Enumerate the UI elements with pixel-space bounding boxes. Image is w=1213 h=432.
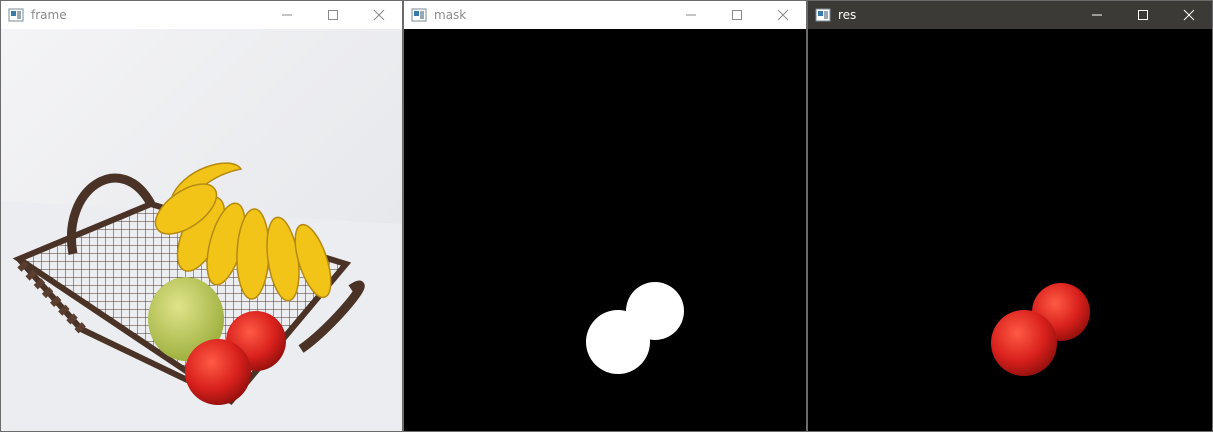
res-image (808, 29, 1212, 431)
window-res[interactable]: res (807, 0, 1213, 432)
frame-image (1, 29, 402, 431)
maximize-icon (732, 10, 742, 20)
mask-blob-lower (586, 310, 650, 374)
minimize-icon (686, 14, 696, 16)
titlebar[interactable]: frame (1, 1, 402, 29)
maximize-icon (328, 10, 338, 20)
window-title: res (838, 8, 857, 22)
window-title: mask (434, 8, 467, 22)
close-icon (1183, 9, 1195, 21)
close-button[interactable] (1166, 1, 1212, 29)
minimize-icon (1092, 14, 1102, 16)
window-frame[interactable]: frame (0, 0, 403, 432)
window-app-icon (815, 7, 831, 23)
close-icon (777, 9, 789, 21)
mask-image (404, 29, 806, 431)
close-button[interactable] (356, 1, 402, 29)
minimize-button[interactable] (668, 1, 714, 29)
window-mask[interactable]: mask (403, 0, 807, 432)
titlebar[interactable]: mask (404, 1, 806, 29)
minimize-button[interactable] (1074, 1, 1120, 29)
maximize-button[interactable] (1120, 1, 1166, 29)
window-title: frame (31, 8, 67, 22)
maximize-button[interactable] (714, 1, 760, 29)
window-app-icon (8, 7, 24, 23)
window-app-icon (411, 7, 427, 23)
titlebar[interactable]: res (808, 1, 1212, 29)
minimize-icon (282, 14, 292, 16)
tomato-lower (991, 310, 1057, 376)
minimize-button[interactable] (264, 1, 310, 29)
maximize-icon (1138, 10, 1148, 20)
close-icon (373, 9, 385, 21)
close-button[interactable] (760, 1, 806, 29)
maximize-button[interactable] (310, 1, 356, 29)
